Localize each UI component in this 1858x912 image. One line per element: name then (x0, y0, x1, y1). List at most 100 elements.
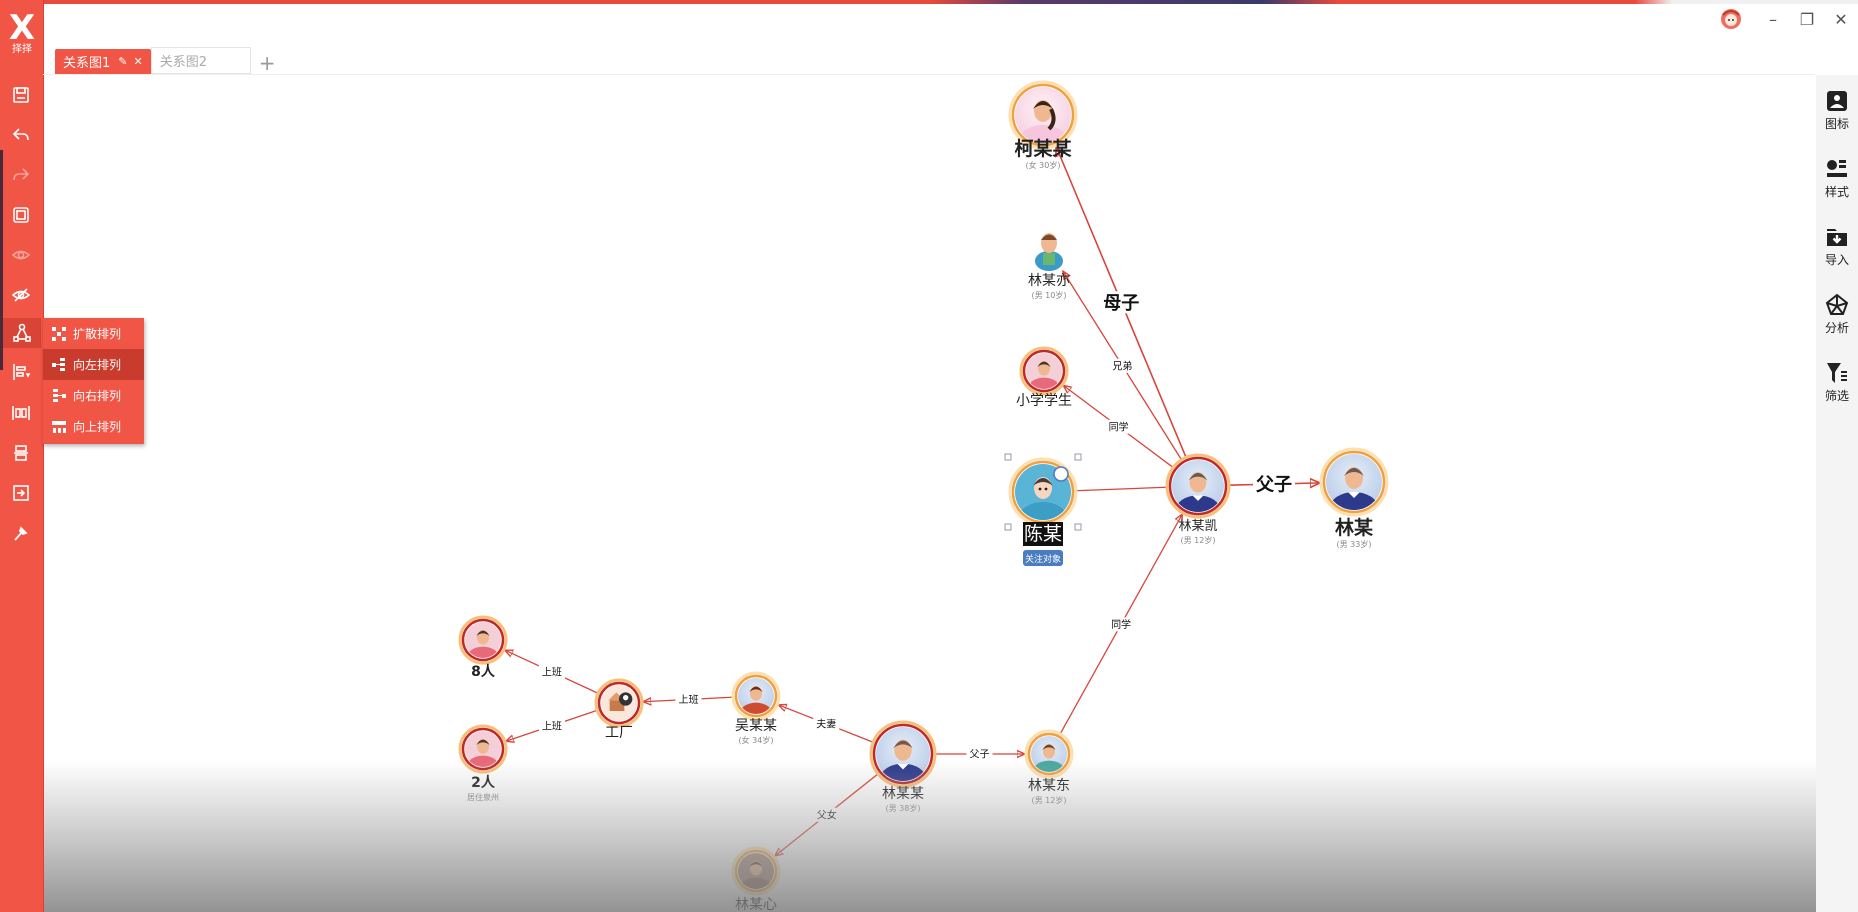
panel-filter-button[interactable]: 筛选 (1816, 361, 1858, 404)
edge-label: 母子 (1103, 293, 1139, 314)
node-wumoumou[interactable]: 吴某某(女 34岁) (731, 671, 781, 745)
logo-glyph: X (8, 8, 36, 48)
show-button[interactable] (6, 240, 36, 270)
node-subtitle: (男 12岁) (1032, 795, 1067, 805)
focus-marker-icon (1053, 466, 1069, 482)
node-subtitle: (男 10岁) (1032, 290, 1067, 300)
node-linmouxin[interactable]: 林某心 (731, 846, 781, 912)
distribute-vertical-icon (14, 445, 28, 461)
node-name: 小学学生 (1016, 393, 1072, 409)
hide-button[interactable] (6, 280, 36, 310)
align-left-icon (13, 364, 31, 380)
node-ba_ren[interactable]: 8人 (458, 615, 508, 680)
edge-linmoumou-linmouxin[interactable]: 父女 (775, 772, 880, 856)
edge-label: 父女 (817, 808, 837, 821)
export-icon (13, 485, 29, 501)
node-subtitle: 居住泉州 (467, 792, 499, 802)
edge-label: 夫妻 (816, 717, 836, 730)
shirt (1043, 253, 1055, 265)
node-subtitle: (男 38岁) (886, 803, 921, 813)
undo-button[interactable] (6, 120, 36, 150)
edge-label: 同学 (1111, 618, 1131, 631)
panel-label: 导入 (1824, 253, 1849, 267)
undo-icon (12, 128, 29, 141)
node-chenmou[interactable]: 陈某关注对象 (1004, 453, 1082, 566)
selection-handle[interactable] (1074, 523, 1082, 531)
edge-gongchang-er_ren[interactable]: 上班 (506, 709, 599, 741)
node-name: 林某 (1335, 516, 1374, 539)
eye-icon (11, 250, 31, 260)
image-icon (1827, 91, 1847, 111)
tab-label: 关系图1 (63, 56, 111, 71)
edge-label: 同学 (1109, 420, 1129, 433)
panel-label: 图标 (1824, 117, 1849, 131)
panel-icons-button[interactable]: 图标 (1816, 89, 1858, 132)
panel-label: 样式 (1824, 185, 1849, 199)
add-tab-button[interactable]: + (259, 52, 276, 74)
node-linmoumou[interactable]: 林某某(男 38岁) (869, 720, 937, 813)
node-name: 林某某 (882, 786, 924, 802)
node-gongchang[interactable]: 工厂 (594, 678, 644, 741)
align-button[interactable] (6, 357, 36, 387)
close-tab-icon[interactable]: ✕ (134, 55, 143, 68)
edge-wumoumou-gongchang[interactable]: 上班 (643, 692, 735, 707)
edge-linmoukai-xiaoxue[interactable]: 同学 (1063, 385, 1175, 469)
edge-label: 父子 (970, 749, 990, 761)
right-panel: 图标 样式 导入 分析 筛选 (1816, 75, 1858, 912)
edge-linmoudong-linmoukai[interactable]: 同学 (1059, 514, 1183, 736)
node-name: 工厂 (605, 725, 633, 741)
layout-button[interactable] (3, 318, 41, 348)
edge-gongchang-ba_ren[interactable]: 上班 (505, 650, 600, 695)
tab-label: 关系图2 (159, 55, 207, 70)
fit-frame-button[interactable] (6, 200, 36, 230)
edge-linmoumou-wumoumou[interactable]: 夫妻 (778, 705, 875, 744)
edge-label: 上班 (542, 667, 562, 679)
relationship-graph-canvas[interactable]: 母子兄弟同学父子同学上班上班上班夫妻父子父女 柯某某(女 30岁)林某亦(男 1… (44, 75, 1816, 912)
edge-linmoumou-linmoudong[interactable]: 父子 (934, 747, 1025, 761)
save-button[interactable] (6, 80, 36, 110)
close-window-button[interactable]: ✕ (1826, 6, 1856, 32)
support-avatar-icon (1721, 9, 1741, 29)
selection-handle[interactable] (1004, 453, 1012, 461)
edit-icon[interactable]: ✎ (118, 55, 127, 68)
node-er_ren[interactable]: 2人居住泉州 (458, 724, 508, 802)
node-name: 林某东 (1028, 778, 1070, 794)
support-avatar-button[interactable] (1716, 6, 1746, 32)
restore-button[interactable]: ❐ (1792, 6, 1822, 32)
panel-analysis-button[interactable]: 分析 (1816, 293, 1858, 336)
export-button[interactable] (6, 478, 36, 508)
edge-label: 兄弟 (1112, 360, 1132, 372)
distribute-horizontal-button[interactable] (6, 398, 36, 428)
edge-chenmou-linmoukai[interactable] (1074, 486, 1167, 492)
node-linmoudong[interactable]: 林某东(男 12岁) (1024, 729, 1074, 805)
node-subtitle: (男 12岁) (1181, 535, 1216, 545)
panel-label: 分析 (1824, 321, 1849, 335)
node-xiaoxue[interactable]: 小学学生 (1016, 346, 1072, 409)
node-linmouyi[interactable]: 林某亦(男 10岁) (1028, 233, 1070, 300)
frame-icon (13, 207, 29, 223)
node-linmoukai[interactable]: 林某凯(男 12岁) (1165, 453, 1231, 545)
node-name: 8人 (471, 663, 496, 680)
focus-badge-label: 关注对象 (1025, 553, 1061, 565)
panel-import-button[interactable]: 导入 (1816, 225, 1858, 268)
panel-label: 筛选 (1824, 389, 1849, 403)
edge-line[interactable] (1074, 486, 1167, 492)
selection-handle[interactable] (1004, 523, 1012, 531)
pin-button[interactable] (6, 518, 36, 548)
edge-linmoukai-kemoumou[interactable]: 母子 (1056, 146, 1188, 459)
tab-graph-2[interactable]: 关系图2 (150, 47, 251, 74)
style-icon (1827, 160, 1847, 177)
node-subtitle: (男 33岁) (1337, 539, 1372, 549)
hair (1041, 234, 1057, 240)
minimize-button[interactable]: – (1758, 6, 1788, 32)
edge-linmoukai-linmou[interactable]: 父子 (1227, 473, 1320, 496)
edge-label: 上班 (678, 694, 698, 706)
tab-graph-1[interactable]: 关系图1 ✎ ✕ (55, 49, 151, 74)
selection-handle[interactable] (1074, 453, 1082, 461)
node-linmou[interactable]: 林某(男 33岁) (1319, 447, 1389, 549)
redo-button[interactable] (6, 160, 36, 190)
distribute-vertical-button[interactable] (6, 438, 36, 468)
panel-style-button[interactable]: 样式 (1816, 157, 1858, 200)
pin-icon (14, 526, 28, 541)
node-kemoumou[interactable]: 柯某某(女 30岁) (1008, 80, 1078, 170)
